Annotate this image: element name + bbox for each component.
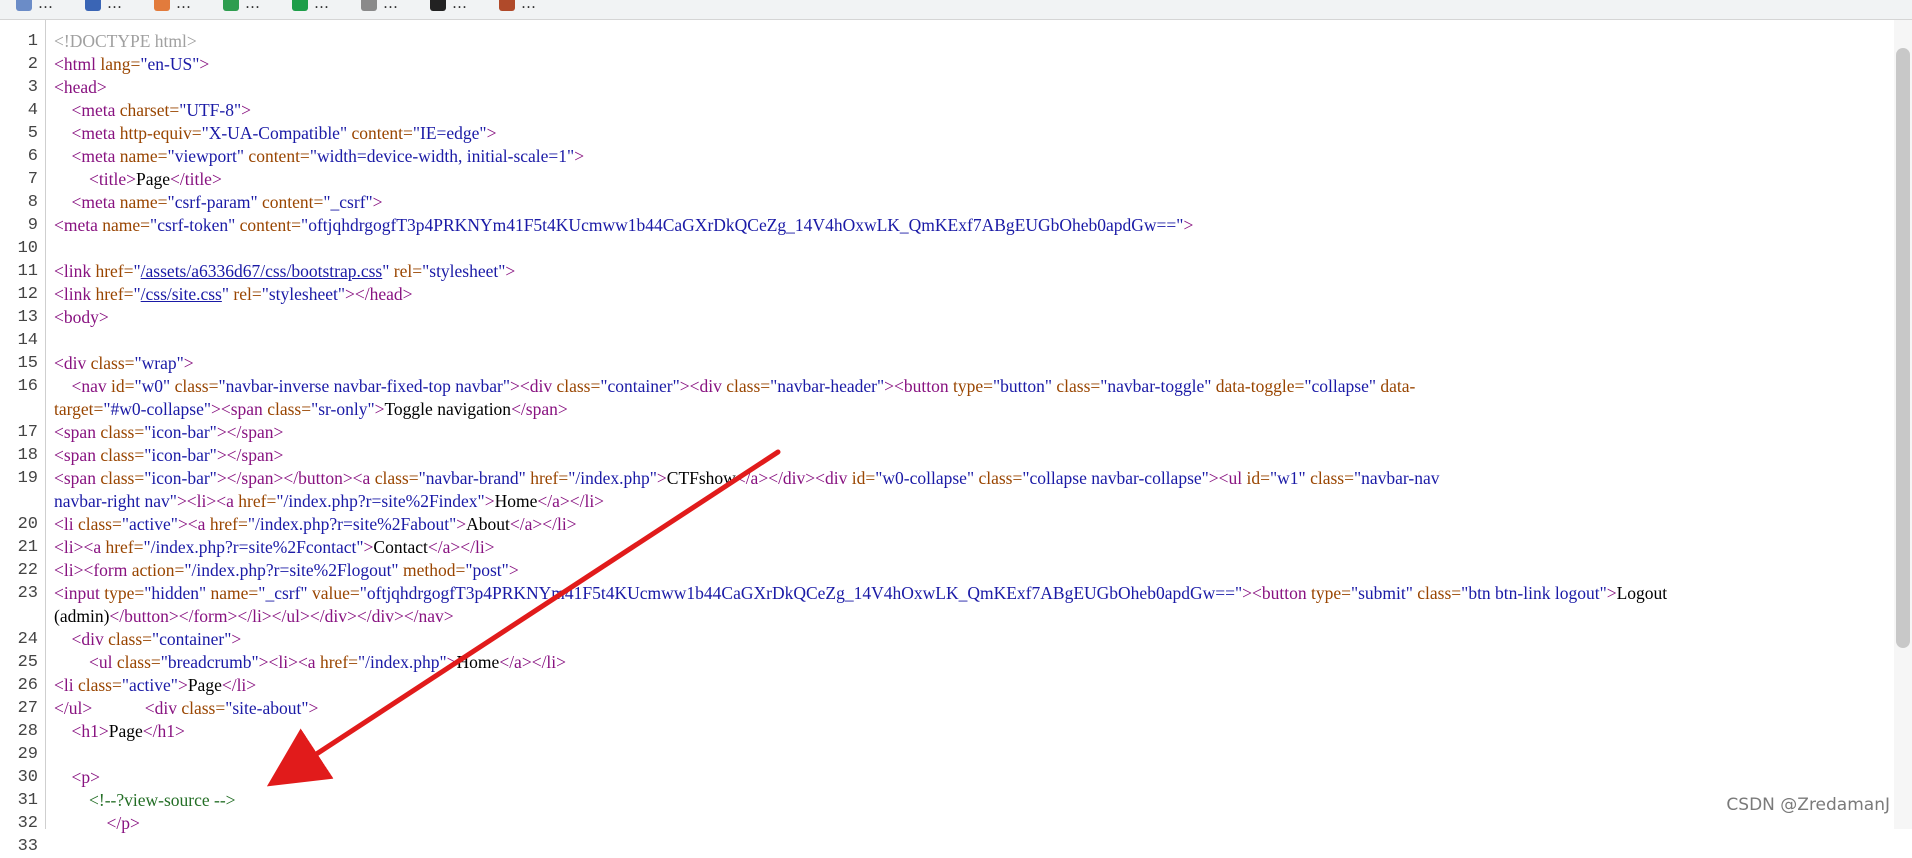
bookmark-item[interactable]: … [207,0,276,12]
source-line: <!DOCTYPE html> [54,30,197,53]
line-number: 14 [0,329,38,352]
source-line: <meta name="csrf-param" content="_csrf"> [54,191,383,214]
bookmark-favicon-icon [223,0,239,11]
line-number: 9 [0,214,38,237]
bookmark-favicon-icon [292,0,308,11]
line-number: 11 [0,260,38,283]
watermark: CSDN @ZredamanJ [1726,795,1890,815]
bookmark-item[interactable]: … [345,0,414,12]
source-line: navbar-right nav"><li><a href="/index.ph… [54,490,604,513]
line-number: 15 [0,352,38,375]
line-number: 1 [0,30,38,53]
line-number: 7 [0,168,38,191]
line-number: 30 [0,766,38,789]
scrollbar-thumb[interactable] [1896,48,1910,648]
source-line: <span class="icon-bar"></span></button><… [54,467,1439,490]
bookmark-item[interactable]: … [483,0,552,12]
line-number-gutter: 1234567891011121314151617181920212223242… [0,20,46,829]
bookmarks-bar: … … … … … … … … [0,0,1912,20]
line-number: 10 [0,237,38,260]
bookmark-item[interactable]: … [414,0,483,12]
source-line: <title>Page</title> [54,168,222,191]
source-line: (admin)</button></form></li></ul></div><… [54,605,454,628]
line-number: 28 [0,720,38,743]
line-number: 19 [0,467,38,490]
bookmark-favicon-icon [16,0,32,11]
line-number: 13 [0,306,38,329]
source-line: <meta name="csrf-token" content="oftjqhd… [54,214,1193,237]
line-number: 18 [0,444,38,467]
line-number: 3 [0,76,38,99]
bookmark-item[interactable]: … [138,0,207,12]
line-number: 29 [0,743,38,766]
source-line: <div class="wrap"> [54,352,194,375]
line-number: 27 [0,697,38,720]
source-line: <ul class="breadcrumb"><li><a href="/ind… [54,651,566,674]
source-line: target="#w0-collapse"><span class="sr-on… [54,398,568,421]
source-line: <li class="active">Page</li> [54,674,256,697]
line-number: 12 [0,283,38,306]
bookmark-favicon-icon [430,0,446,11]
source-line: <link href="/assets/a6336d67/css/bootstr… [54,260,515,283]
source-line: <span class="icon-bar"></span> [54,421,283,444]
line-number: 8 [0,191,38,214]
source-line: <li><a href="/index.php?r=site%2Fcontact… [54,536,495,559]
source-line: <li><form action="/index.php?r=site%2Flo… [54,559,519,582]
line-number: 31 [0,789,38,812]
line-number: 25 [0,651,38,674]
line-number: 26 [0,674,38,697]
source-line: </ul> <div class="site-about"> [54,697,318,720]
source-line: <h1>Page</h1> [54,720,185,743]
source-code-view: <!DOCTYPE html><html lang="en-US"><head>… [54,20,1874,829]
line-number: 4 [0,99,38,122]
source-line: <!--?view-source --> [54,789,236,812]
bookmark-item[interactable]: … [276,0,345,12]
line-number: 2 [0,53,38,76]
source-line: </p> [54,812,140,835]
source-line: <meta name="viewport" content="width=dev… [54,145,584,168]
line-number: 32 [0,812,38,835]
line-number: 33 [0,835,38,858]
line-number: 16 [0,375,38,398]
source-line: <div class="container"> [54,628,241,651]
source-line: <meta charset="UTF-8"> [54,99,251,122]
source-line: <p> [54,766,100,789]
source-line: <head> [54,76,107,99]
source-line: <input type="hidden" name="_csrf" value=… [54,582,1667,605]
line-number: 22 [0,559,38,582]
source-line: <li class="active"><a href="/index.php?r… [54,513,577,536]
line-number: 5 [0,122,38,145]
bookmark-favicon-icon [499,0,515,11]
bookmark-favicon-icon [154,0,170,11]
line-number: 24 [0,628,38,651]
source-line: <span class="icon-bar"></span> [54,444,283,467]
bookmark-favicon-icon [361,0,377,11]
bookmark-item[interactable]: … [0,0,69,12]
source-line: <html lang="en-US"> [54,53,209,76]
line-number: 20 [0,513,38,536]
bookmark-item[interactable]: … [69,0,138,12]
line-number: 21 [0,536,38,559]
line-number: 6 [0,145,38,168]
source-line: <link href="/css/site.css" rel="styleshe… [54,283,413,306]
source-line: <nav id="w0" class="navbar-inverse navba… [54,375,1415,398]
line-number: 23 [0,582,38,605]
vertical-scrollbar[interactable] [1894,20,1912,829]
line-number: 17 [0,421,38,444]
bookmark-favicon-icon [85,0,101,11]
source-line: <body> [54,306,109,329]
source-line: <meta http-equiv="X-UA-Compatible" conte… [54,122,496,145]
